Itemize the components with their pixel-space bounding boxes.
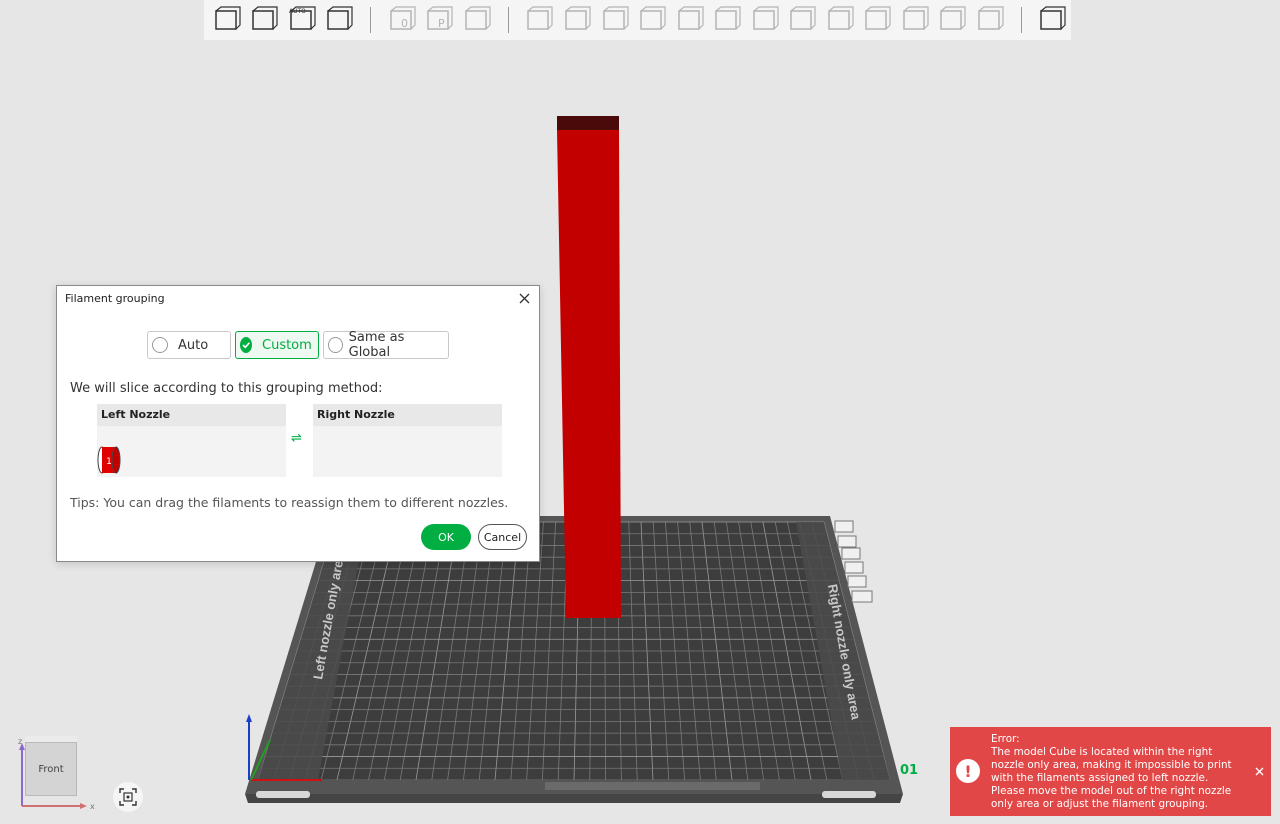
toolbar-separator xyxy=(507,7,509,33)
split-objects-button[interactable]: 0 xyxy=(383,2,421,38)
spool-number: 1 xyxy=(106,457,112,467)
split-objects-icon: 0 xyxy=(390,6,416,30)
split-parts-button[interactable]: P xyxy=(421,2,459,38)
split-parts-icon: P xyxy=(427,6,454,30)
support-paint-icon xyxy=(752,6,779,30)
auto-orient-icon: AUTO xyxy=(289,6,316,30)
radio-icon xyxy=(152,337,168,353)
grouping-mode-selector: Auto Custom Same as Global xyxy=(147,330,449,360)
mode-custom-button[interactable]: Custom xyxy=(235,331,319,359)
mode-custom-label: Custom xyxy=(262,337,312,353)
text-button[interactable] xyxy=(821,2,859,38)
svg-text:AUTO: AUTO xyxy=(289,8,306,15)
measure-button[interactable] xyxy=(896,2,934,38)
layers-icon xyxy=(465,6,491,30)
swap-nozzles-icon[interactable]: ⇌ xyxy=(291,431,302,446)
spool-icon: 1 xyxy=(97,446,121,474)
model-cube[interactable] xyxy=(557,116,621,618)
add-object-icon xyxy=(215,6,241,30)
cut-button[interactable] xyxy=(671,2,709,38)
boolean-button[interactable] xyxy=(708,2,746,38)
main-toolbar: AUTO 0 P xyxy=(204,0,1071,40)
move-button[interactable] xyxy=(521,2,559,38)
seam-paint-icon xyxy=(790,6,816,30)
fit-view-icon xyxy=(978,6,1004,30)
lay-on-face-button[interactable] xyxy=(633,2,671,38)
axis-x-label: x xyxy=(90,802,95,811)
error-close-button[interactable] xyxy=(1253,765,1265,777)
radio-icon xyxy=(328,337,343,353)
boolean-icon xyxy=(715,6,741,30)
view-cube[interactable]: z x Front xyxy=(16,730,106,812)
mode-auto-button[interactable]: Auto xyxy=(147,331,231,359)
add-plate-icon xyxy=(252,6,278,30)
toolbar-separator xyxy=(370,7,372,33)
assembly-button[interactable] xyxy=(934,2,972,38)
support-paint-button[interactable] xyxy=(746,2,784,38)
error-title: Error: xyxy=(991,733,1020,745)
dialog-close-button[interactable] xyxy=(515,289,533,307)
focus-icon xyxy=(119,788,137,806)
svg-text:0: 0 xyxy=(401,17,408,30)
explode-icon xyxy=(1040,6,1066,30)
arrange-icon xyxy=(327,6,353,30)
toolbar-separator xyxy=(1020,7,1022,33)
left-nozzle-panel[interactable]: Left Nozzle xyxy=(97,404,286,477)
right-nozzle-panel[interactable]: Right Nozzle xyxy=(313,404,502,477)
measure-icon xyxy=(903,6,929,30)
explode-button[interactable] xyxy=(1034,2,1072,38)
left-nozzle-title: Left Nozzle xyxy=(97,404,286,426)
cancel-button[interactable]: Cancel xyxy=(478,524,527,550)
error-icon: ! xyxy=(956,759,980,783)
close-icon xyxy=(519,293,529,303)
assembly-icon xyxy=(940,6,966,30)
close-icon xyxy=(1255,767,1263,775)
fit-view-button[interactable] xyxy=(971,2,1009,38)
filament-grouping-dialog: Filament grouping Auto Custom Same as Gl… xyxy=(56,285,540,562)
mode-same-as-global-label: Same as Global xyxy=(348,330,405,360)
cut-icon xyxy=(677,6,704,30)
add-object-button[interactable] xyxy=(208,2,246,38)
lay-on-face-icon xyxy=(640,6,666,30)
filament-spool-1[interactable]: 1 xyxy=(97,445,121,475)
rotate-button[interactable] xyxy=(558,2,596,38)
text-icon xyxy=(827,6,854,30)
plate-number[interactable]: 01 xyxy=(900,763,918,778)
arrange-button[interactable] xyxy=(321,2,359,38)
ok-button[interactable]: OK xyxy=(421,524,471,550)
color-paint-icon xyxy=(865,6,891,30)
auto-orient-button[interactable]: AUTO xyxy=(283,2,321,38)
dialog-title: Filament grouping xyxy=(65,292,165,305)
rotate-icon xyxy=(565,6,591,30)
mode-auto-label: Auto xyxy=(178,337,209,353)
seam-paint-button[interactable] xyxy=(783,2,821,38)
right-nozzle-title: Right Nozzle xyxy=(313,404,502,426)
svg-text:P: P xyxy=(438,17,445,30)
cube-front-face[interactable]: Front xyxy=(25,742,77,796)
axis-z-label: z xyxy=(18,737,22,746)
scale-button[interactable] xyxy=(596,2,634,38)
error-text: Error: The model Cube is located within … xyxy=(991,733,1236,811)
slice-description: We will slice according to this grouping… xyxy=(70,381,383,396)
error-notification: ! Error: The model Cube is located withi… xyxy=(950,727,1271,816)
scale-icon xyxy=(602,6,629,30)
checkmark-icon xyxy=(240,337,252,353)
color-paint-button[interactable] xyxy=(858,2,896,38)
mode-same-as-global-button[interactable]: Same as Global xyxy=(323,330,449,360)
tips-text: Tips: You can drag the filaments to reas… xyxy=(70,495,509,510)
layers-button[interactable] xyxy=(458,2,496,38)
move-icon xyxy=(527,6,554,30)
add-plate-button[interactable] xyxy=(246,2,284,38)
error-message: The model Cube is located within the rig… xyxy=(991,746,1232,810)
zoom-to-fit-button[interactable] xyxy=(113,782,143,812)
